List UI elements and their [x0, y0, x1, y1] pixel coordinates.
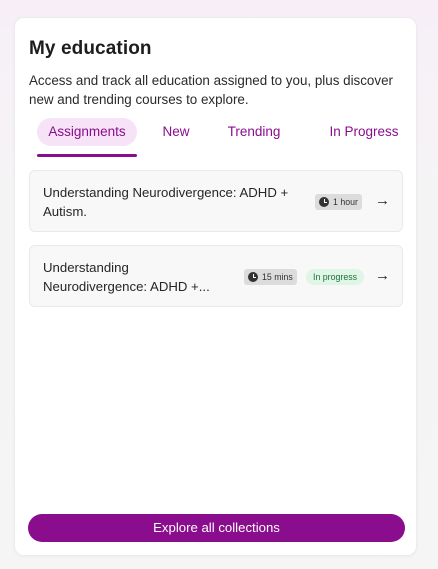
clock-icon [248, 272, 258, 282]
list-item[interactable]: Understanding Neurodivergence: ADHD + Au… [29, 170, 403, 232]
tab-assignments[interactable]: Assignments [37, 118, 137, 146]
status-badge: In progress [306, 269, 365, 285]
education-card: My education Access and track all educat… [14, 17, 417, 556]
tab-new[interactable]: New [156, 118, 196, 146]
clock-icon [319, 197, 329, 207]
arrow-right-icon[interactable]: → [375, 191, 390, 211]
tab-trending[interactable]: Trending [219, 118, 289, 146]
tab-in-progress[interactable]: In Progress [319, 118, 409, 146]
card-description: Access and track all education assigned … [29, 73, 393, 107]
duration-badge: 15 mins [244, 269, 297, 285]
duration-badge: 1 hour [315, 194, 362, 210]
explore-collections-button[interactable]: Explore all collections [28, 514, 405, 542]
assignment-title: Understanding Neurodivergence: ADHD +... [43, 260, 210, 294]
assignment-title: Understanding Neurodivergence: ADHD + Au… [43, 185, 289, 219]
active-tab-indicator [37, 154, 137, 157]
card-title: My education [29, 38, 152, 59]
arrow-right-icon[interactable]: → [375, 266, 390, 286]
tab-bar: Assignments New Trending In Progress [29, 118, 409, 158]
list-item[interactable]: Understanding Neurodivergence: ADHD +...… [29, 245, 403, 307]
